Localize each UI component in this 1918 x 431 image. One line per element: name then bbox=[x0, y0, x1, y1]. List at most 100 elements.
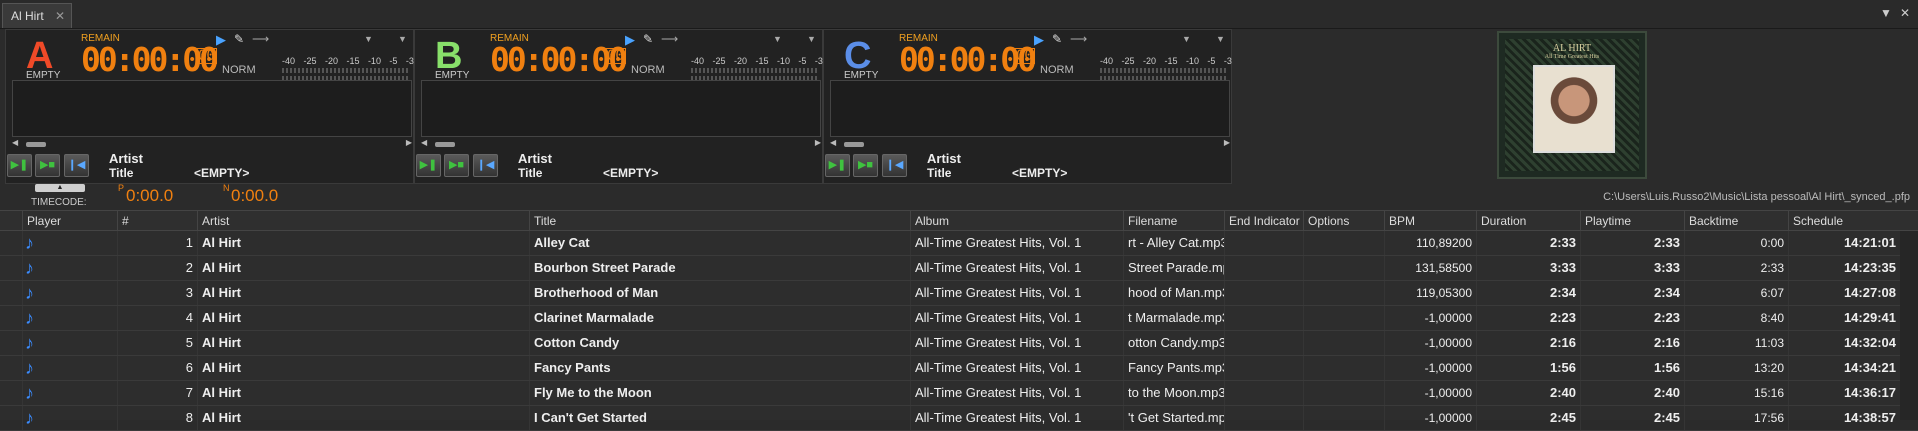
scroll-right-icon[interactable]: ▶ bbox=[815, 138, 821, 147]
col-schedule-cell: 14:38:57 bbox=[1788, 406, 1900, 430]
scroll-left-icon[interactable]: ◀ bbox=[830, 138, 836, 147]
play-stop-button[interactable]: ▶■ bbox=[853, 154, 878, 177]
dropdown-icon[interactable]: ▼ bbox=[1216, 34, 1225, 44]
header-schedule[interactable]: Schedule bbox=[1788, 211, 1900, 231]
col-schedule-cell: 14:27:08 bbox=[1788, 281, 1900, 305]
play-pause-button[interactable]: ▶❚ bbox=[416, 154, 441, 177]
scroll-right-icon[interactable]: ▶ bbox=[406, 138, 412, 147]
col-filename-cell: otton Candy.mp3 bbox=[1123, 331, 1224, 355]
col-title-cell: Brotherhood of Man bbox=[529, 281, 910, 305]
scroll-thumb[interactable] bbox=[26, 142, 46, 147]
col-title-cell: Bourbon Street Parade bbox=[529, 256, 910, 280]
dropdown-icon[interactable]: ▼ bbox=[807, 34, 816, 44]
tab-close-icon[interactable]: ✕ bbox=[55, 4, 65, 29]
meter-scale-label: -15 bbox=[1164, 56, 1178, 66]
play-stop-button[interactable]: ▶■ bbox=[444, 154, 469, 177]
col-bpm-cell: 110,89200 bbox=[1384, 231, 1476, 255]
col-backtime-cell: 2:33 bbox=[1684, 256, 1788, 280]
dropdown-icon[interactable]: ▼ bbox=[398, 34, 407, 44]
play-icon[interactable]: ▶ bbox=[625, 32, 635, 48]
artist-label: Artist bbox=[109, 151, 143, 166]
col-schedule-cell: 14:29:41 bbox=[1788, 306, 1900, 330]
waveform-display[interactable] bbox=[830, 80, 1230, 137]
cue-button[interactable]: ❙◀ bbox=[64, 154, 89, 177]
table-row[interactable]: ♪ 2 Al Hirt Bourbon Street Parade All-Time G… bbox=[0, 256, 1918, 281]
tab-label: Al Hirt bbox=[11, 9, 44, 23]
play-mode-label[interactable]: NORM bbox=[631, 64, 665, 76]
waveform-display[interactable] bbox=[12, 80, 412, 137]
dropdown-icon[interactable]: ▼ bbox=[364, 34, 373, 44]
level-meter-left bbox=[1100, 68, 1228, 73]
timecode-n-label: N bbox=[223, 183, 230, 193]
col-backtime-cell: 11:03 bbox=[1684, 331, 1788, 355]
deck-c: C EMPTY REMAIN 00:00:00 00 NORM ▶ ✎ ⟶ ▼ … bbox=[823, 29, 1232, 184]
meter-scale: -40 -25 -20 -15 -10 -5 -3 bbox=[691, 56, 823, 66]
dropdown-icon[interactable]: ▼ bbox=[1182, 34, 1191, 44]
scroll-left-icon[interactable]: ◀ bbox=[421, 138, 427, 147]
header-player[interactable]: Player bbox=[22, 211, 117, 231]
play-icon[interactable]: ▶ bbox=[1034, 32, 1044, 48]
waveform-display[interactable] bbox=[421, 80, 821, 137]
header-title[interactable]: Title bbox=[529, 211, 910, 231]
header-filename[interactable]: Filename bbox=[1123, 211, 1224, 231]
arrow-right-icon[interactable]: ⟶ bbox=[1070, 32, 1087, 46]
table-row[interactable]: ♪ 7 Al Hirt Fly Me to the Moon All-Time Grea… bbox=[0, 381, 1918, 406]
col-duration-cell: 2:45 bbox=[1476, 406, 1580, 430]
header-backtime[interactable]: Backtime bbox=[1684, 211, 1788, 231]
play-icon[interactable]: ▶ bbox=[216, 32, 226, 48]
play-pause-button[interactable]: ▶❚ bbox=[7, 154, 32, 177]
scroll-thumb[interactable] bbox=[844, 142, 864, 147]
meter-scale-label: -3 bbox=[814, 56, 823, 66]
arrow-right-icon[interactable]: ⟶ bbox=[661, 32, 678, 46]
table-row[interactable]: ♪ 6 Al Hirt Fancy Pants All-Time Greatest Hi… bbox=[0, 356, 1918, 381]
col-options-cell bbox=[1303, 356, 1384, 380]
waveform-scrollbar[interactable]: ◀ ▶ bbox=[12, 138, 412, 150]
table-row[interactable]: ♪ 8 Al Hirt I Can't Get Started All-Time Gre… bbox=[0, 406, 1918, 431]
meter-scale-label: -15 bbox=[755, 56, 769, 66]
vertical-scrollbar[interactable] bbox=[1900, 231, 1918, 420]
header-num[interactable]: # bbox=[117, 211, 197, 231]
cue-button[interactable]: ❙◀ bbox=[473, 154, 498, 177]
header-playtime[interactable]: Playtime bbox=[1580, 211, 1684, 231]
waveform-scrollbar[interactable]: ◀ ▶ bbox=[830, 138, 1230, 150]
level-meter-left bbox=[282, 68, 410, 73]
tab-al-hirt[interactable]: Al Hirt ✕ bbox=[2, 3, 72, 28]
waveform-scrollbar[interactable]: ◀ ▶ bbox=[421, 138, 821, 150]
scroll-thumb[interactable] bbox=[435, 142, 455, 147]
edit-icon[interactable]: ✎ bbox=[234, 32, 244, 46]
header-options[interactable]: Options bbox=[1303, 211, 1384, 231]
col-album-cell: All-Time Greatest Hits, Vol. 1 bbox=[910, 231, 1123, 255]
play-pause-button[interactable]: ▶❚ bbox=[825, 154, 850, 177]
table-row[interactable]: ♪ 4 Al Hirt Clarinet Marmalade All-Time Grea… bbox=[0, 306, 1918, 331]
header-duration[interactable]: Duration bbox=[1476, 211, 1580, 231]
col-options-cell bbox=[1303, 231, 1384, 255]
col-num-cell: 5 bbox=[117, 331, 197, 355]
table-row[interactable]: ♪ 1 Al Hirt Alley Cat All-Time Greatest Hits… bbox=[0, 231, 1918, 256]
play-mode-label[interactable]: NORM bbox=[222, 64, 256, 76]
col-bpm-cell: 119,05300 bbox=[1384, 281, 1476, 305]
edit-icon[interactable]: ✎ bbox=[643, 32, 653, 46]
col-album-cell: All-Time Greatest Hits, Vol. 1 bbox=[910, 381, 1123, 405]
table-row[interactable]: ♪ 5 Al Hirt Cotton Candy All-Time Greatest H… bbox=[0, 331, 1918, 356]
col-album-cell: All-Time Greatest Hits, Vol. 1 bbox=[910, 406, 1123, 430]
header-artist[interactable]: Artist bbox=[197, 211, 529, 231]
arrow-right-icon[interactable]: ⟶ bbox=[252, 32, 269, 46]
play-stop-button[interactable]: ▶■ bbox=[35, 154, 60, 177]
title-label: Title bbox=[927, 166, 952, 180]
play-mode-label[interactable]: NORM bbox=[1040, 64, 1074, 76]
col-artist-cell: Al Hirt bbox=[197, 406, 529, 430]
scroll-left-icon[interactable]: ◀ bbox=[12, 138, 18, 147]
edit-icon[interactable]: ✎ bbox=[1052, 32, 1062, 46]
close-window-icon[interactable]: ✕ bbox=[1900, 6, 1910, 20]
scroll-right-icon[interactable]: ▶ bbox=[1224, 138, 1230, 147]
col-backtime-cell: 15:16 bbox=[1684, 381, 1788, 405]
cue-button[interactable]: ❙◀ bbox=[882, 154, 907, 177]
header-album[interactable]: Album bbox=[910, 211, 1123, 231]
dropdown-icon[interactable]: ▼ bbox=[1880, 6, 1892, 20]
timer-hundredths: 00 bbox=[1014, 48, 1035, 64]
header-bpm[interactable]: BPM bbox=[1384, 211, 1476, 231]
timecode-toggle-icon[interactable]: ▲ bbox=[35, 184, 85, 192]
header-end-indicator[interactable]: End Indicator bbox=[1224, 211, 1303, 231]
dropdown-icon[interactable]: ▼ bbox=[773, 34, 782, 44]
table-row[interactable]: ♪ 3 Al Hirt Brotherhood of Man All-Time Grea… bbox=[0, 281, 1918, 306]
